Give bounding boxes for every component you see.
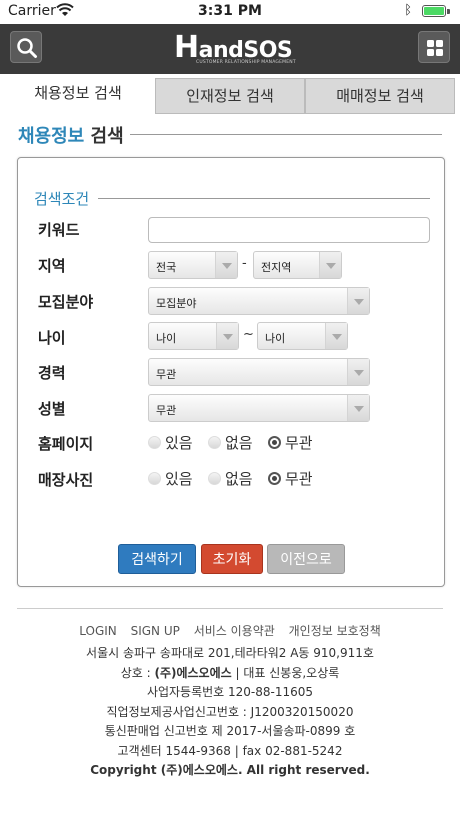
store-photo-label: 매장사진	[38, 471, 94, 489]
footer-biz-no: 사업자등록번호 120-88-11605	[146, 685, 314, 699]
chevron-down-icon	[325, 323, 347, 349]
clock: 3:31 PM	[198, 3, 262, 19]
footer-address: 서울시 송파구 송파대로 201,테라타워2 A동 910,911호	[86, 646, 374, 660]
tab-job-search[interactable]: 채용정보 검색	[0, 76, 156, 114]
search-submit-button[interactable]: 검색하기	[118, 544, 196, 574]
tab-trade-search[interactable]: 매매정보 검색	[305, 78, 455, 114]
field-label: 모집분야	[38, 293, 94, 311]
footer-links: LOGIN SIGN UP 서비스 이용약관 개인정보 보호정책	[0, 622, 460, 639]
status-bar: Carrier 3:31 PM ᛒ	[0, 0, 460, 24]
career-label: 경력	[38, 364, 66, 382]
title-divider	[130, 134, 442, 135]
chevron-down-icon	[215, 252, 237, 278]
back-button[interactable]: 이전으로	[267, 544, 345, 574]
grid-menu-icon	[427, 40, 443, 56]
region-separator: -	[242, 256, 247, 271]
condition-divider	[98, 198, 430, 199]
footer-link-login[interactable]: LOGIN	[79, 624, 117, 638]
age-separator: ~	[243, 327, 254, 342]
footer-mail-order-no: 통신판매업 신고번호 제 2017-서울송파-0899 호	[104, 724, 356, 738]
footer-copyright: Copyright (주)에스오에스. All right reserved.	[90, 763, 370, 777]
gender-select[interactable]: 무관	[148, 394, 370, 422]
field-select[interactable]: 모집분야	[148, 287, 370, 315]
chevron-down-icon	[319, 252, 341, 278]
age-label: 나이	[38, 329, 66, 347]
chevron-down-icon	[347, 395, 369, 421]
footer-info: 서울시 송파구 송파대로 201,테라타워2 A동 910,911호 상호 : …	[0, 644, 460, 781]
reset-button[interactable]: 초기화	[201, 544, 263, 574]
keyword-label: 키워드	[38, 221, 80, 239]
chevron-down-icon	[347, 288, 369, 314]
region-label: 지역	[38, 257, 66, 275]
condition-title: 검색조건	[34, 190, 90, 208]
chevron-down-icon	[347, 359, 369, 385]
app-header: HandSOS CUSTOMER RELATIONSHIP MANAGEMENT	[0, 24, 460, 74]
page-title: 채용정보 검색	[18, 126, 124, 147]
gender-label: 성별	[38, 400, 66, 418]
battery-icon	[422, 5, 446, 17]
menu-button[interactable]	[418, 31, 450, 63]
handsos-logo[interactable]: HandSOS CUSTOMER RELATIONSHIP MANAGEMENT	[174, 30, 296, 68]
search-tabs: 채용정보 검색 인재정보 검색 매매정보 검색	[0, 74, 460, 114]
bluetooth-icon: ᛒ	[404, 3, 412, 18]
region-province-select[interactable]: 전국	[148, 251, 238, 279]
footer-contact: 고객센터 1544-9368 | fax 02-881-5242	[117, 743, 343, 758]
chevron-down-icon	[216, 323, 238, 349]
footer-job-info-no: 직업정보제공사업신고번호 : J1200320150020	[106, 704, 354, 719]
keyword-input[interactable]	[148, 217, 430, 243]
homepage-label: 홈페이지	[38, 435, 94, 453]
footer-link-privacy[interactable]: 개인정보 보호정책	[289, 624, 381, 638]
footer-company: 상호 : (주)에스오에스 | 대표 신봉웅,오상록	[120, 665, 340, 680]
footer-link-signup[interactable]: SIGN UP	[131, 624, 180, 638]
search-button[interactable]	[10, 31, 42, 63]
age-min-select[interactable]: 나이	[148, 322, 239, 350]
footer-divider	[17, 608, 443, 609]
footer-link-terms[interactable]: 서비스 이용약관	[194, 624, 275, 638]
career-select[interactable]: 무관	[148, 358, 370, 386]
region-district-select[interactable]: 전지역	[253, 251, 342, 279]
search-panel: 검색조건 키워드 지역 전국 - 전지역 모집분야 모집분야 나이 나이 ~ 나…	[17, 157, 445, 587]
tab-talent-search[interactable]: 인재정보 검색	[155, 78, 305, 114]
search-icon	[17, 38, 37, 58]
age-max-select[interactable]: 나이	[257, 322, 348, 350]
